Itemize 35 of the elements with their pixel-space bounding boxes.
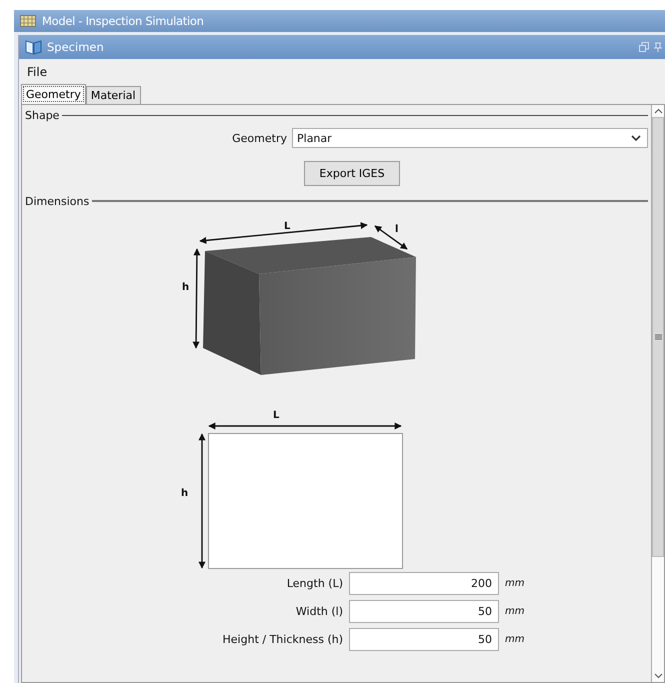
dimension-label: h (181, 488, 188, 499)
number-field[interactable]: 200 (349, 572, 499, 595)
scroll-up-icon[interactable] (654, 108, 662, 114)
dimension-arrow (374, 225, 408, 250)
dimension-label: L (284, 221, 290, 232)
unit-label: mm (505, 634, 524, 645)
grid-icon (20, 15, 36, 27)
restore-icon[interactable] (639, 42, 649, 52)
pin-icon[interactable] (653, 42, 663, 52)
dimension-label: L (273, 410, 280, 421)
scroll-thumb[interactable] (652, 117, 664, 557)
field-label: Length (L) (286, 577, 343, 590)
dimension-label: h (182, 282, 190, 293)
section-heading: Dimensions (25, 194, 90, 208)
menu-item[interactable]: File (27, 64, 48, 78)
grip-icon (654, 334, 662, 340)
unit-label: mm (505, 606, 524, 617)
number-field[interactable]: 50 (349, 628, 499, 651)
chevron-down-icon (631, 134, 641, 142)
number-field[interactable]: 50 (349, 600, 499, 623)
scrollbar[interactable] (651, 105, 664, 682)
panel-title: Specimen (47, 40, 105, 54)
field-label: Height / Thickness (h) (222, 633, 343, 646)
geometry-label: Geometry (232, 132, 287, 144)
section-heading: Shape (25, 108, 60, 122)
book-icon (25, 39, 43, 55)
geometry-dropdown[interactable]: Planar (292, 128, 648, 148)
unit-label: mm (505, 578, 524, 589)
export-button[interactable]: Export IGES (304, 161, 400, 186)
window-title: Model - Inspection Simulation (42, 14, 204, 28)
field-label: Width (l) (294, 605, 343, 618)
tab[interactable]: Geometry (21, 84, 86, 104)
scroll-down-icon[interactable] (654, 673, 662, 679)
tab[interactable]: Material (86, 86, 141, 104)
dimension-label: l (395, 224, 398, 235)
